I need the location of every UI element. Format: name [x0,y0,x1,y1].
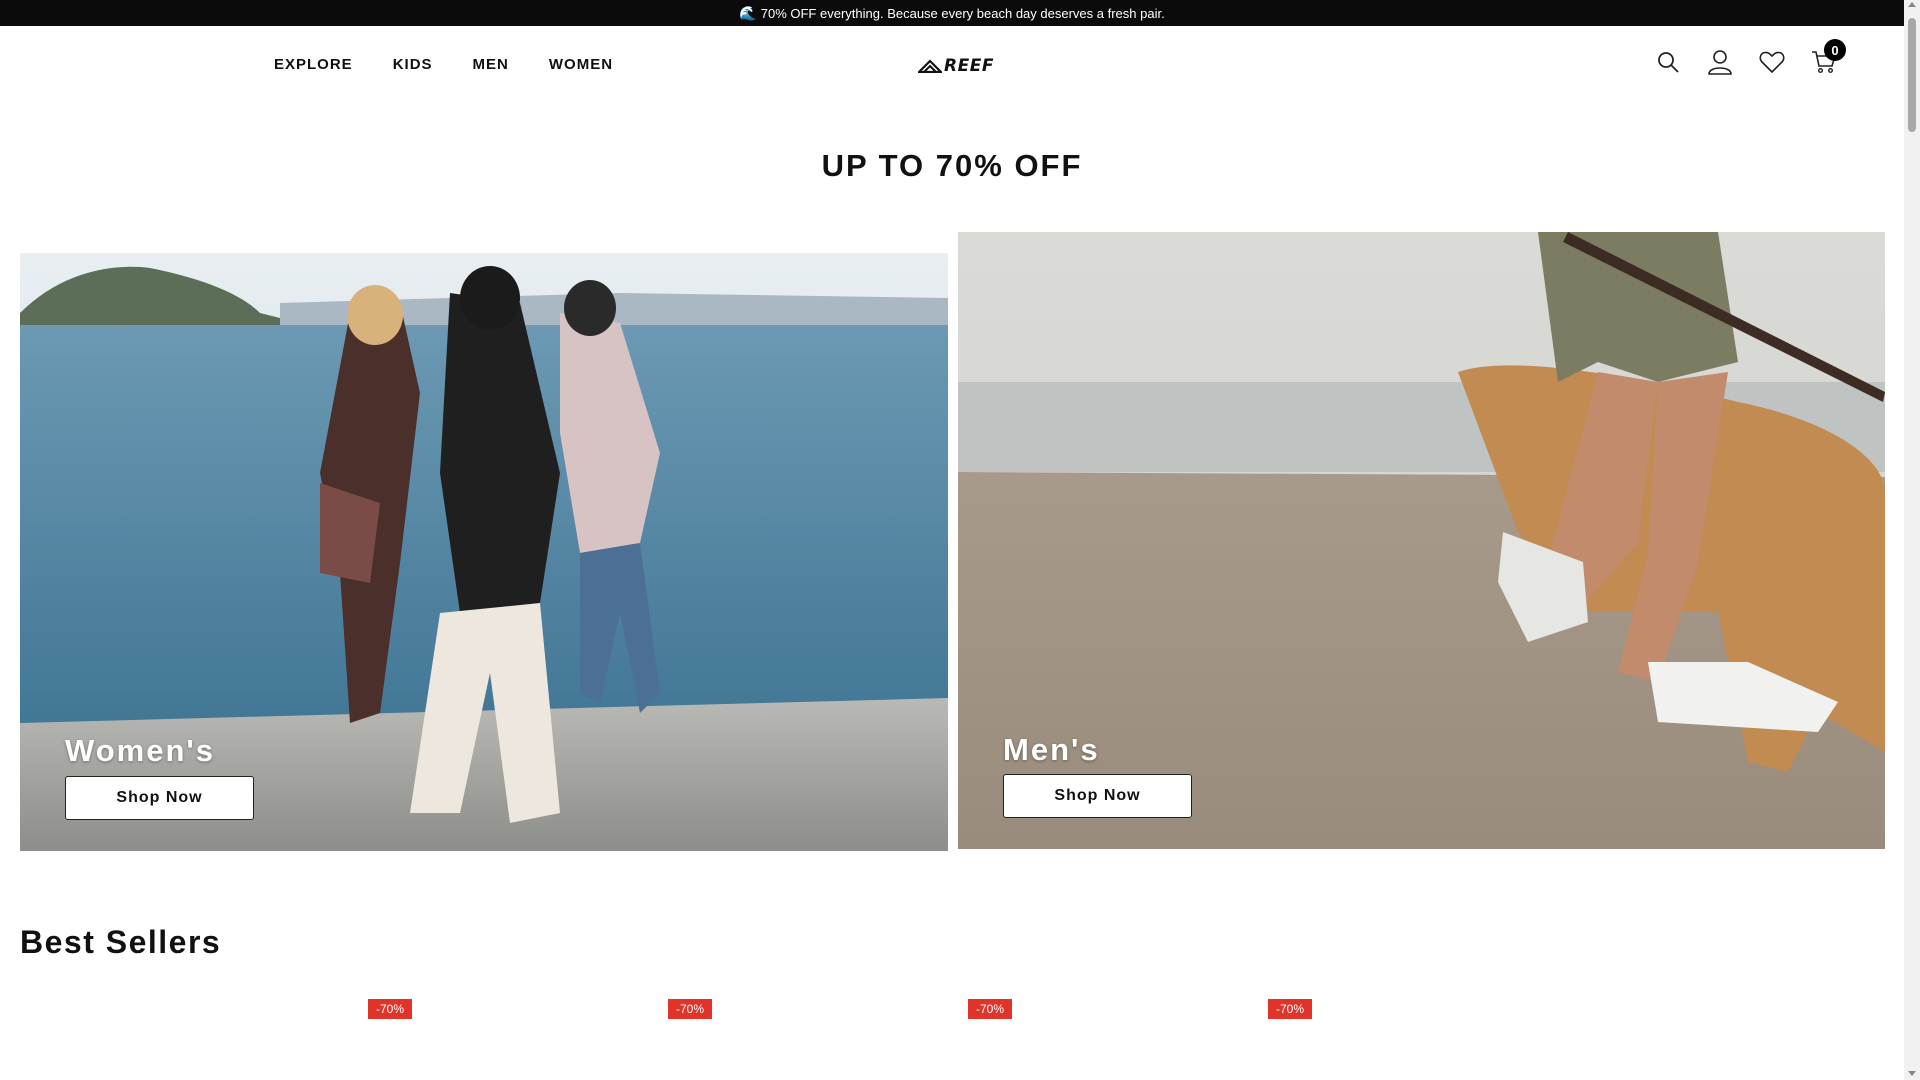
womens-banner[interactable]: Women's Shop Now [20,253,948,851]
discount-badge: -70% [368,999,412,1019]
mens-label: Men's [1003,732,1100,767]
wishlist-button[interactable] [1758,48,1786,76]
wave-icon: 🌊 [739,4,757,21]
discount-badge: -70% [1268,999,1312,1019]
mens-banner[interactable]: Men's Shop Now [958,232,1885,849]
search-button[interactable] [1654,48,1682,76]
cart-count-badge: 0 [1824,39,1846,61]
best-sellers-title: Best Sellers [20,924,222,960]
reef-logo-mark-icon [918,59,942,73]
womens-label: Women's [65,733,215,768]
search-icon [1658,52,1679,73]
announcement-text: 70% OFF everything. Because every beach … [760,5,1165,21]
discount-badge: -70% [968,999,1012,1019]
nav-item-kids[interactable]: KIDS [393,56,433,73]
reef-logo[interactable]: REEF [918,56,994,76]
scroll-down-arrow-icon[interactable] [1908,1071,1916,1076]
main-nav: EXPLORE KIDS MEN WOMEN [274,56,613,73]
logo-text: REEF [944,56,994,76]
nav-item-explore[interactable]: EXPLORE [274,56,353,73]
scrollbar-thumb[interactable] [1908,18,1916,132]
scroll-up-arrow-icon[interactable] [1908,2,1916,7]
heart-icon [1759,51,1785,74]
user-icon [1708,50,1732,75]
cart-button[interactable]: 0 [1810,39,1846,76]
mens-shop-now-button[interactable]: Shop Now [1003,774,1192,818]
discount-badge: -70% [668,999,712,1019]
womens-shop-now-button[interactable]: Shop Now [65,776,254,820]
account-button[interactable] [1706,48,1734,76]
announcement-bar: 🌊 70% OFF everything. Because every beac… [0,0,1904,26]
nav-item-men[interactable]: MEN [473,56,509,73]
header-icons: 0 [1654,39,1846,76]
page-scrollbar[interactable] [1904,0,1920,1080]
site-header: EXPLORE KIDS MEN WOMEN REEF 0 [0,26,1904,104]
sale-headline: UP TO 70% OFF [821,148,1083,183]
nav-item-women[interactable]: WOMEN [549,56,613,73]
